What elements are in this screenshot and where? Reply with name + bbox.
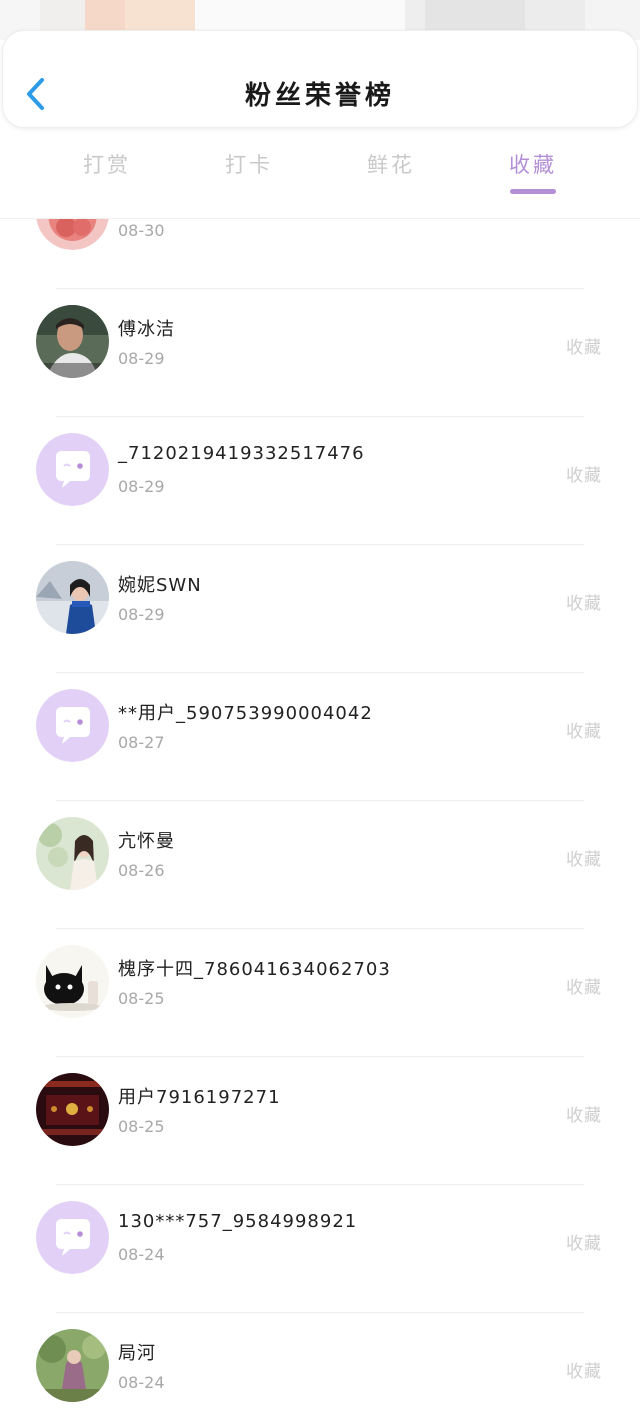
list-item[interactable]: 槐序十四_786041634062703 08-25 收藏 — [0, 929, 640, 1057]
list-item-name: 槐序十四_786041634062703 — [118, 959, 391, 980]
red-flower-avatar — [36, 219, 109, 250]
photo-avatar — [36, 305, 109, 378]
photo-avatar — [36, 561, 109, 634]
list-item-name: 傅冰洁 — [118, 319, 175, 340]
list-item[interactable]: **用户_590753990004042 08-27 收藏 — [0, 673, 640, 801]
list-item-action: 收藏 — [566, 338, 602, 358]
list-item-date: 08-29 — [118, 477, 165, 496]
list-item-action: 收藏 — [566, 594, 602, 614]
default-chat-avatar — [36, 1201, 109, 1274]
list-item-name: **用户_590753990004042 — [118, 703, 373, 724]
list-item-action: 收藏 — [566, 850, 602, 870]
list-item-action: 收藏 — [566, 978, 602, 998]
tab-flowers[interactable]: 鲜花 — [331, 140, 451, 200]
list-item-date: 08-24 — [118, 1373, 165, 1392]
photo-avatar — [36, 817, 109, 890]
list-item-action: 收藏 — [566, 1362, 602, 1382]
list-item[interactable]: 婉妮SWN 08-29 收藏 — [0, 545, 640, 673]
list-item-date: 08-29 — [118, 605, 165, 624]
list-item[interactable]: 亢怀曼 08-26 收藏 — [0, 801, 640, 929]
list-item-name: 130***757_9584998921 — [118, 1211, 358, 1232]
page-title: 粉丝荣誉榜 — [244, 81, 395, 111]
fan-list[interactable]: 08-30 收藏 傅冰洁 08-29 收藏 — [0, 218, 640, 1423]
list-item[interactable]: 130***757_9584998921 08-24 收藏 — [0, 1185, 640, 1313]
list-item-date: 08-26 — [118, 861, 165, 880]
photo-avatar — [36, 1073, 109, 1146]
list-item-date: 08-27 — [118, 733, 165, 752]
list-item[interactable]: 傅冰洁 08-29 收藏 — [0, 289, 640, 417]
list-item-action: 收藏 — [566, 722, 602, 742]
list-item[interactable]: _7120219419332517476 08-29 收藏 — [0, 417, 640, 545]
list-item-name: 亢怀曼 — [118, 831, 175, 852]
tab-reward[interactable]: 打赏 — [47, 140, 167, 200]
default-chat-avatar — [36, 433, 109, 506]
list-item-name: 局河 — [118, 1343, 156, 1364]
tab-collect-label: 收藏 — [509, 153, 557, 177]
list-item-action: 收藏 — [566, 1106, 602, 1126]
tab-bar: 打赏 打卡 鲜花 收藏 — [0, 140, 640, 200]
list-item-date: 08-25 — [118, 989, 165, 1008]
list-item-date: 08-30 — [118, 221, 165, 240]
list-item-name: 婉妮SWN — [118, 575, 202, 596]
tab-indicator — [510, 189, 556, 194]
tab-collect[interactable]: 收藏 — [473, 140, 593, 200]
tab-checkin[interactable]: 打卡 — [189, 140, 309, 200]
list-item[interactable]: 08-30 收藏 — [0, 219, 640, 289]
list-item-date: 08-29 — [118, 349, 165, 368]
list-item-date: 08-24 — [118, 1245, 165, 1264]
black-cat-avatar — [36, 945, 109, 1018]
photo-avatar — [36, 1329, 109, 1402]
list-item-name: _7120219419332517476 — [118, 443, 365, 464]
list-item[interactable]: 局河 08-24 收藏 — [0, 1313, 640, 1423]
list-item-action: 收藏 — [566, 1234, 602, 1254]
default-chat-avatar — [36, 689, 109, 762]
list-item-action: 收藏 — [566, 466, 602, 486]
list-item-date: 08-25 — [118, 1117, 165, 1136]
list-item[interactable]: 用户7916197271 08-25 收藏 — [0, 1057, 640, 1185]
list-item-name: 用户7916197271 — [118, 1087, 281, 1108]
